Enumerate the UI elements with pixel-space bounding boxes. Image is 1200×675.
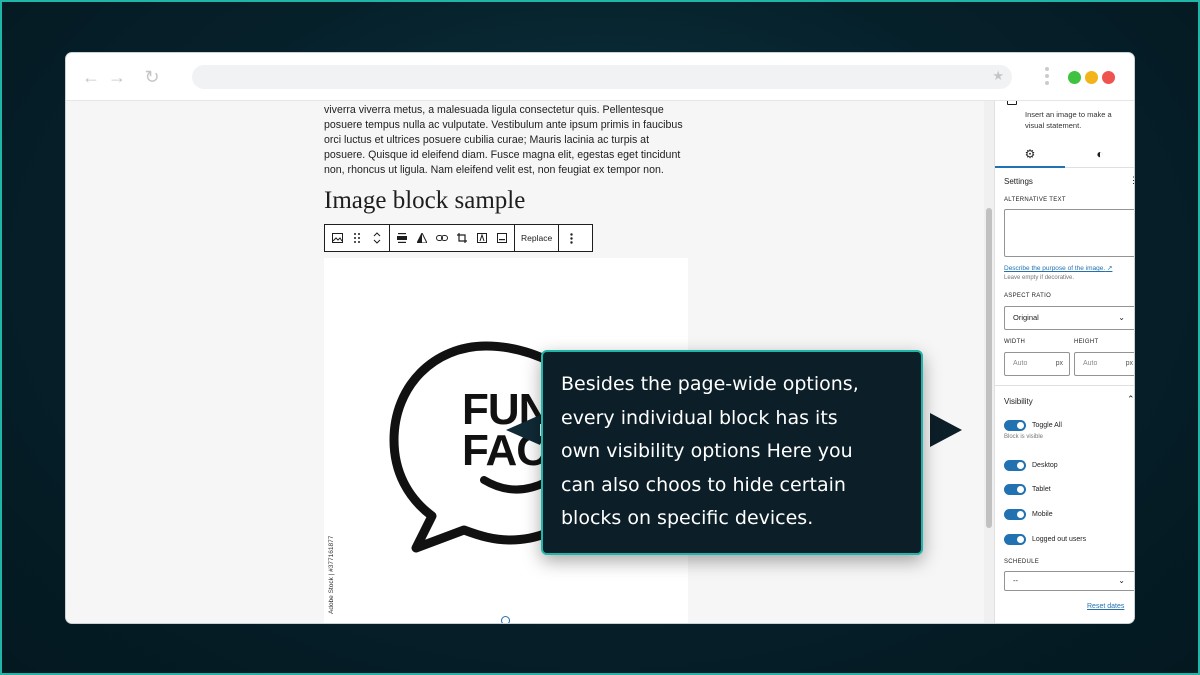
tab-styles[interactable]: ◐ xyxy=(1065,142,1134,168)
window-minimize-dot[interactable] xyxy=(1085,71,1098,84)
block-visible-note: Block is visible xyxy=(1004,434,1044,440)
forward-arrow-icon[interactable]: → xyxy=(106,66,128,88)
toggle-tablet-row[interactable]: Tablet xyxy=(1004,483,1051,495)
browser-menu-icon[interactable] xyxy=(1044,67,1050,89)
callout-line: can also choos to hide certain xyxy=(561,473,846,496)
paragraph-block[interactable]: viverra viverra metus, a malesuada ligul… xyxy=(324,103,690,178)
height-label: HEIGHT xyxy=(1074,339,1099,345)
aspect-ratio-label: ASPECT RATIO xyxy=(1004,293,1052,299)
duotone-icon[interactable] xyxy=(412,225,432,251)
alt-text-input[interactable] xyxy=(1004,209,1134,257)
aspect-ratio-select[interactable]: Original ⌄ xyxy=(1004,306,1134,330)
crop-icon[interactable] xyxy=(452,225,472,251)
callout-line: blocks on specific devices. xyxy=(561,507,814,529)
toggle-desktop-row[interactable]: Desktop xyxy=(1004,459,1058,471)
toggle-logged-out-row[interactable]: Logged out users xyxy=(1004,533,1086,545)
canvas-scrollbar-thumb[interactable] xyxy=(986,208,992,528)
sidebar-tabs: ⚙ ◐ xyxy=(995,142,1134,168)
schedule-label: SCHEDULE xyxy=(1004,559,1040,565)
back-arrow-icon[interactable]: ← xyxy=(80,66,102,88)
height-placeholder: Auto xyxy=(1083,360,1098,367)
toggle-label: Logged out users xyxy=(1032,535,1087,543)
callout-text: Besides the page-wide options, every ind… xyxy=(561,368,911,536)
height-unit: px xyxy=(1125,360,1133,367)
callout-pointer-left xyxy=(506,415,540,445)
width-unit: px xyxy=(1055,360,1063,367)
heading-block[interactable]: Image block sample xyxy=(324,187,525,215)
toggle-label: Tablet xyxy=(1032,485,1051,493)
star-icon[interactable]: ★ xyxy=(992,68,1004,84)
alt-text-label: ALTERNATIVE TEXT xyxy=(1004,197,1066,203)
tab-settings[interactable]: ⚙ xyxy=(995,142,1065,168)
visibility-title: Visibility xyxy=(1004,397,1033,406)
half-circle-icon: ◐ xyxy=(1096,147,1104,161)
paragraph-line: posuere. Quisque id eleifend diam. Fusce… xyxy=(324,149,681,161)
browser-toolbar: ← → ↻ ★ xyxy=(66,53,1134,101)
align-icon[interactable] xyxy=(392,225,412,251)
image-block-icon[interactable] xyxy=(327,225,347,251)
settings-title: Settings xyxy=(1004,177,1033,186)
callout-line: Besides the page-wide options, xyxy=(561,373,859,395)
toggle-all-row[interactable]: Toggle All xyxy=(1004,419,1062,431)
text-overlay-icon[interactable] xyxy=(472,225,492,251)
alt-text-help: Leave empty if decorative. xyxy=(1004,275,1075,281)
alt-text-help-link[interactable]: Describe the purpose of the image. ↗ xyxy=(1004,264,1112,272)
height-input[interactable]: Auto px xyxy=(1074,352,1134,376)
toggle-switch[interactable] xyxy=(1004,533,1026,545)
toggle-label: Toggle All xyxy=(1032,421,1062,429)
callout-pointer-right xyxy=(930,413,962,447)
caption-icon[interactable] xyxy=(492,225,512,251)
tutorial-callout: Besides the page-wide options, every ind… xyxy=(541,350,923,555)
reload-icon[interactable]: ↻ xyxy=(141,66,163,88)
schedule-value: -- xyxy=(1013,576,1018,585)
toggle-switch[interactable] xyxy=(1004,419,1026,431)
window-close-dot[interactable] xyxy=(1102,71,1115,84)
more-options-icon[interactable] xyxy=(561,225,581,251)
settings-options-icon[interactable]: ⋮ xyxy=(1129,175,1134,186)
block-settings-sidebar: Insert an image to make a visual stateme… xyxy=(994,101,1134,623)
chevron-down-icon: ⌄ xyxy=(1118,576,1125,585)
chevron-up-icon[interactable]: ⌃ xyxy=(1127,394,1134,405)
window-maximize-dot[interactable] xyxy=(1068,71,1081,84)
drag-handle-icon[interactable] xyxy=(347,225,367,251)
image-block-icon xyxy=(1007,101,1017,105)
toggle-mobile-row[interactable]: Mobile xyxy=(1004,508,1053,520)
callout-line: own visibility options Here you xyxy=(561,440,853,462)
width-input[interactable]: Auto px xyxy=(1004,352,1070,376)
reset-dates-link[interactable]: Reset dates xyxy=(1087,603,1124,610)
schedule-select[interactable]: -- ⌄ xyxy=(1004,571,1134,591)
paragraph-line: viverra viverra metus, a malesuada ligul… xyxy=(324,104,664,116)
replace-button[interactable]: Replace xyxy=(515,233,558,243)
width-placeholder: Auto xyxy=(1013,360,1028,367)
paragraph-line: non, rhoncus ut ligula. Nam eleifend vel… xyxy=(324,164,664,176)
toggle-label: Mobile xyxy=(1032,510,1053,518)
section-divider xyxy=(995,385,1134,386)
block-description: Insert an image to make a visual stateme… xyxy=(1025,110,1112,130)
toggle-switch[interactable] xyxy=(1004,483,1026,495)
paragraph-line: posuere tempus nulla ac vulputate. Vesti… xyxy=(324,119,683,131)
chevron-down-icon: ⌄ xyxy=(1118,313,1125,322)
resize-handle[interactable] xyxy=(501,616,510,623)
gear-icon: ⚙ xyxy=(1024,147,1036,161)
toggle-switch[interactable] xyxy=(1004,459,1026,471)
width-label: WIDTH xyxy=(1004,339,1026,345)
move-up-down-icon[interactable] xyxy=(367,225,387,251)
address-bar[interactable]: ★ xyxy=(192,65,1012,89)
toggle-label: Desktop xyxy=(1032,461,1058,469)
stock-watermark-label: Adobe Stock | #377161877 xyxy=(328,535,335,614)
aspect-ratio-value: Original xyxy=(1013,313,1039,322)
link-icon[interactable] xyxy=(432,225,452,251)
callout-line: every individual block has its xyxy=(561,406,838,429)
toggle-switch[interactable] xyxy=(1004,508,1026,520)
block-toolbar: Replace xyxy=(324,224,593,252)
paragraph-line: orci luctus et ultrices posuere cubilia … xyxy=(324,134,650,146)
